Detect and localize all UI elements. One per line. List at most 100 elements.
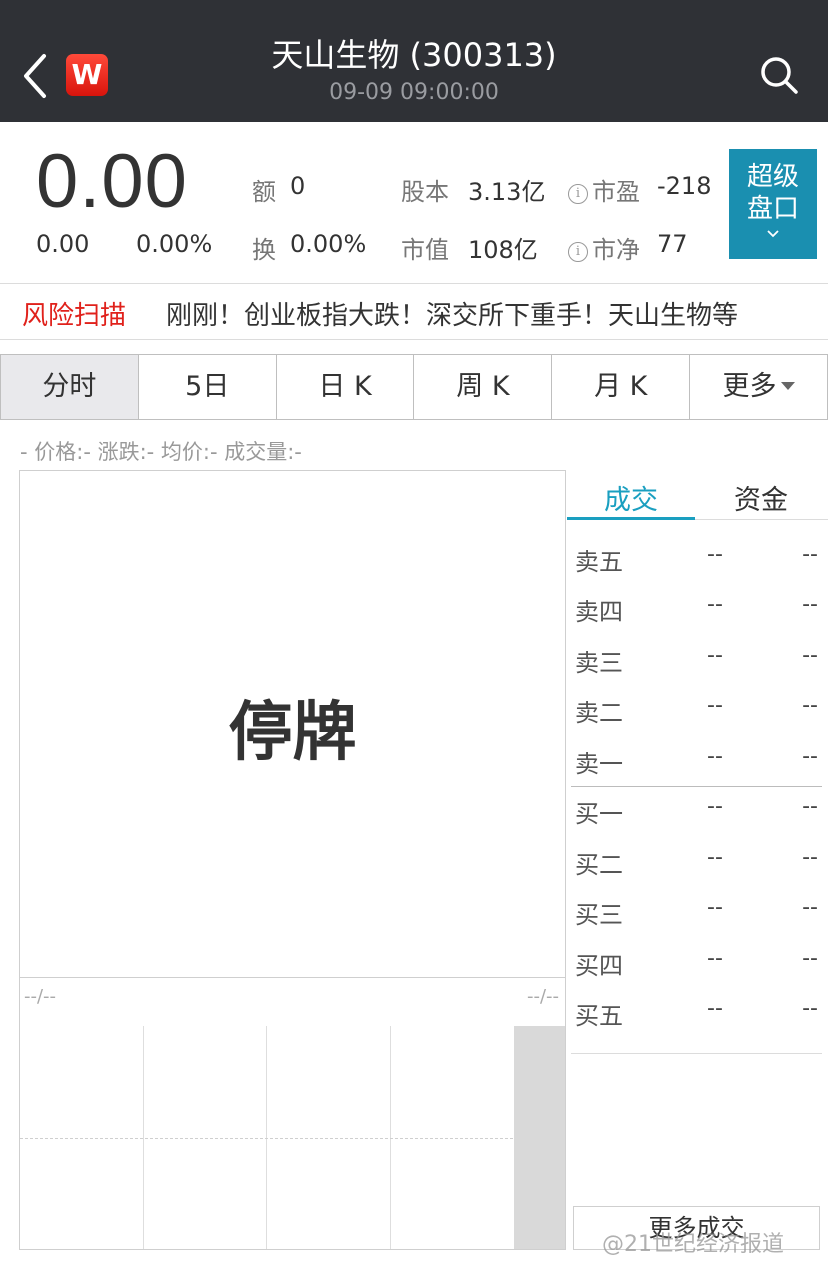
tab-daily-k[interactable]: 日 K <box>276 355 415 419</box>
volume-right-label: --/-- <box>526 986 559 1007</box>
pb-value: 77 <box>657 230 688 258</box>
volume-bar <box>514 1026 565 1249</box>
page-title: 天山生物 (300313) <box>271 36 557 74</box>
tab-5day[interactable]: 5日 <box>138 355 277 419</box>
bid-volume: -- <box>802 895 818 920</box>
tab-weekly-k[interactable]: 周 K <box>414 355 553 419</box>
bid-volume: -- <box>802 845 818 870</box>
ask-price: -- <box>707 693 723 718</box>
pe-label: 市盈 <box>592 178 640 206</box>
orderbook-bottom-divider <box>571 1053 822 1054</box>
ask-volume: -- <box>802 542 818 567</box>
info-icon: i <box>568 242 588 262</box>
pe-ratio[interactable]: i 市盈 <box>568 172 640 207</box>
pb-label: 市净 <box>592 236 640 264</box>
bid-volume: -- <box>802 946 818 971</box>
pe-value: -218 <box>657 172 712 200</box>
tab-monthly-k[interactable]: 月 K <box>552 355 691 419</box>
bid-level-label: 买一 <box>575 800 623 828</box>
tab-label: 更多 <box>722 371 777 402</box>
ask-level-label: 卖一 <box>575 750 623 778</box>
bid-price: -- <box>707 794 723 819</box>
tab-label: 日 K <box>318 371 372 402</box>
market-cap-label: 市值 <box>401 236 449 264</box>
ask-level-label: 卖二 <box>575 699 623 727</box>
tab-trades[interactable]: 成交 <box>567 478 695 517</box>
market-cap-value: 108亿 <box>468 236 538 264</box>
search-icon <box>761 57 798 94</box>
quote-panel: 0.00 0.00 0.00% 额 0 换 0.00% 股本 3.13亿 市值 … <box>0 122 828 284</box>
intraday-chart[interactable]: 停牌 <box>19 470 566 978</box>
ask-volume: -- <box>802 592 818 617</box>
tab-label: 周 K <box>456 371 510 402</box>
watermark: @21世纪经济报道 <box>602 1232 784 1257</box>
news-headline[interactable]: 刚刚！创业板指大跌！深交所下重手！天山生物等 <box>166 295 738 332</box>
ask-price: -- <box>707 744 723 769</box>
ask-level-label: 卖四 <box>575 598 623 626</box>
ask-level-label: 卖五 <box>575 548 623 576</box>
price-change-percent: 0.00% <box>136 230 213 258</box>
grid-line-dashed <box>20 1138 513 1139</box>
trading-halted-text: 停牌 <box>228 696 357 770</box>
top-bar: W 天山生物 (300313) 09-09 09:00:00 <box>0 0 828 122</box>
super-orderbook-button[interactable]: 超级 盘口 <box>729 149 817 259</box>
bid-price: -- <box>707 996 723 1021</box>
ask-row: 卖二 -- -- <box>567 685 828 735</box>
super-button-line1: 超级 <box>746 162 799 192</box>
active-tab-indicator <box>567 517 695 520</box>
bid-level-label: 买三 <box>575 901 623 929</box>
super-button-line2: 盘口 <box>746 194 799 224</box>
share-capital-label: 股本 <box>401 178 449 206</box>
bid-row: 买三 -- -- <box>567 887 828 937</box>
orderbook-tabs: 成交 资金 <box>567 470 828 520</box>
bid-row: 买一 -- -- <box>567 786 828 836</box>
tab-intraday[interactable]: 分时 <box>1 355 139 419</box>
ask-price: -- <box>707 643 723 668</box>
bid-volume: -- <box>802 794 818 819</box>
bid-price: -- <box>707 845 723 870</box>
bid-price: -- <box>707 895 723 920</box>
bid-level-label: 买二 <box>575 851 623 879</box>
risk-scan-label: 风险扫描 <box>22 301 127 331</box>
bid-row: 买二 -- -- <box>567 837 828 887</box>
current-price: 0.00 <box>36 139 188 224</box>
ask-price: -- <box>707 592 723 617</box>
volume-chart[interactable]: --/-- --/-- <box>19 978 566 1250</box>
tab-label: 分时 <box>42 371 97 402</box>
bid-volume: -- <box>802 996 818 1021</box>
tab-funds[interactable]: 资金 <box>697 478 825 517</box>
pb-ratio[interactable]: i 市净 <box>568 230 640 265</box>
ask-row: 卖三 -- -- <box>567 635 828 685</box>
chart-period-tabs: 分时 5日 日 K 周 K 月 K 更多 <box>0 354 828 420</box>
turnover-value: 0.00% <box>290 230 367 258</box>
risk-news-ticker[interactable]: 风险扫描 刚刚！创业板指大跌！深交所下重手！天山生物等 <box>0 284 828 340</box>
turnover-label: 换 <box>252 236 276 264</box>
ask-volume: -- <box>802 744 818 769</box>
chart-legend: - 价格:- 涨跌:- 均价:- 成交量:- <box>20 440 302 464</box>
price-change: 0.00 <box>36 230 90 258</box>
bid-level-label: 买五 <box>575 1002 623 1030</box>
bid-level-label: 买四 <box>575 952 623 980</box>
share-capital-value: 3.13亿 <box>468 178 546 206</box>
bid-price: -- <box>707 946 723 971</box>
ask-level-label: 卖三 <box>575 649 623 677</box>
bid-row: 买四 -- -- <box>567 938 828 988</box>
ask-volume: -- <box>802 693 818 718</box>
timestamp: 09-09 09:00:00 <box>329 80 499 105</box>
chevron-down-icon <box>767 230 779 238</box>
amount-value: 0 <box>290 172 306 200</box>
tab-label: 5日 <box>185 371 230 402</box>
tab-more[interactable]: 更多 <box>690 355 827 419</box>
info-icon: i <box>568 184 588 204</box>
ask-volume: -- <box>802 643 818 668</box>
tab-label: 月 K <box>594 371 648 402</box>
ask-row: 卖五 -- -- <box>567 534 828 584</box>
ask-row: 卖四 -- -- <box>567 584 828 634</box>
amount-label: 额 <box>252 178 276 206</box>
bid-row: 买五 -- -- <box>567 988 828 1038</box>
dropdown-caret-icon <box>780 382 795 390</box>
ask-price: -- <box>707 542 723 567</box>
ask-row: 卖一 -- -- <box>567 736 828 786</box>
search-button[interactable] <box>754 50 804 100</box>
volume-left-label: --/-- <box>24 986 57 1007</box>
